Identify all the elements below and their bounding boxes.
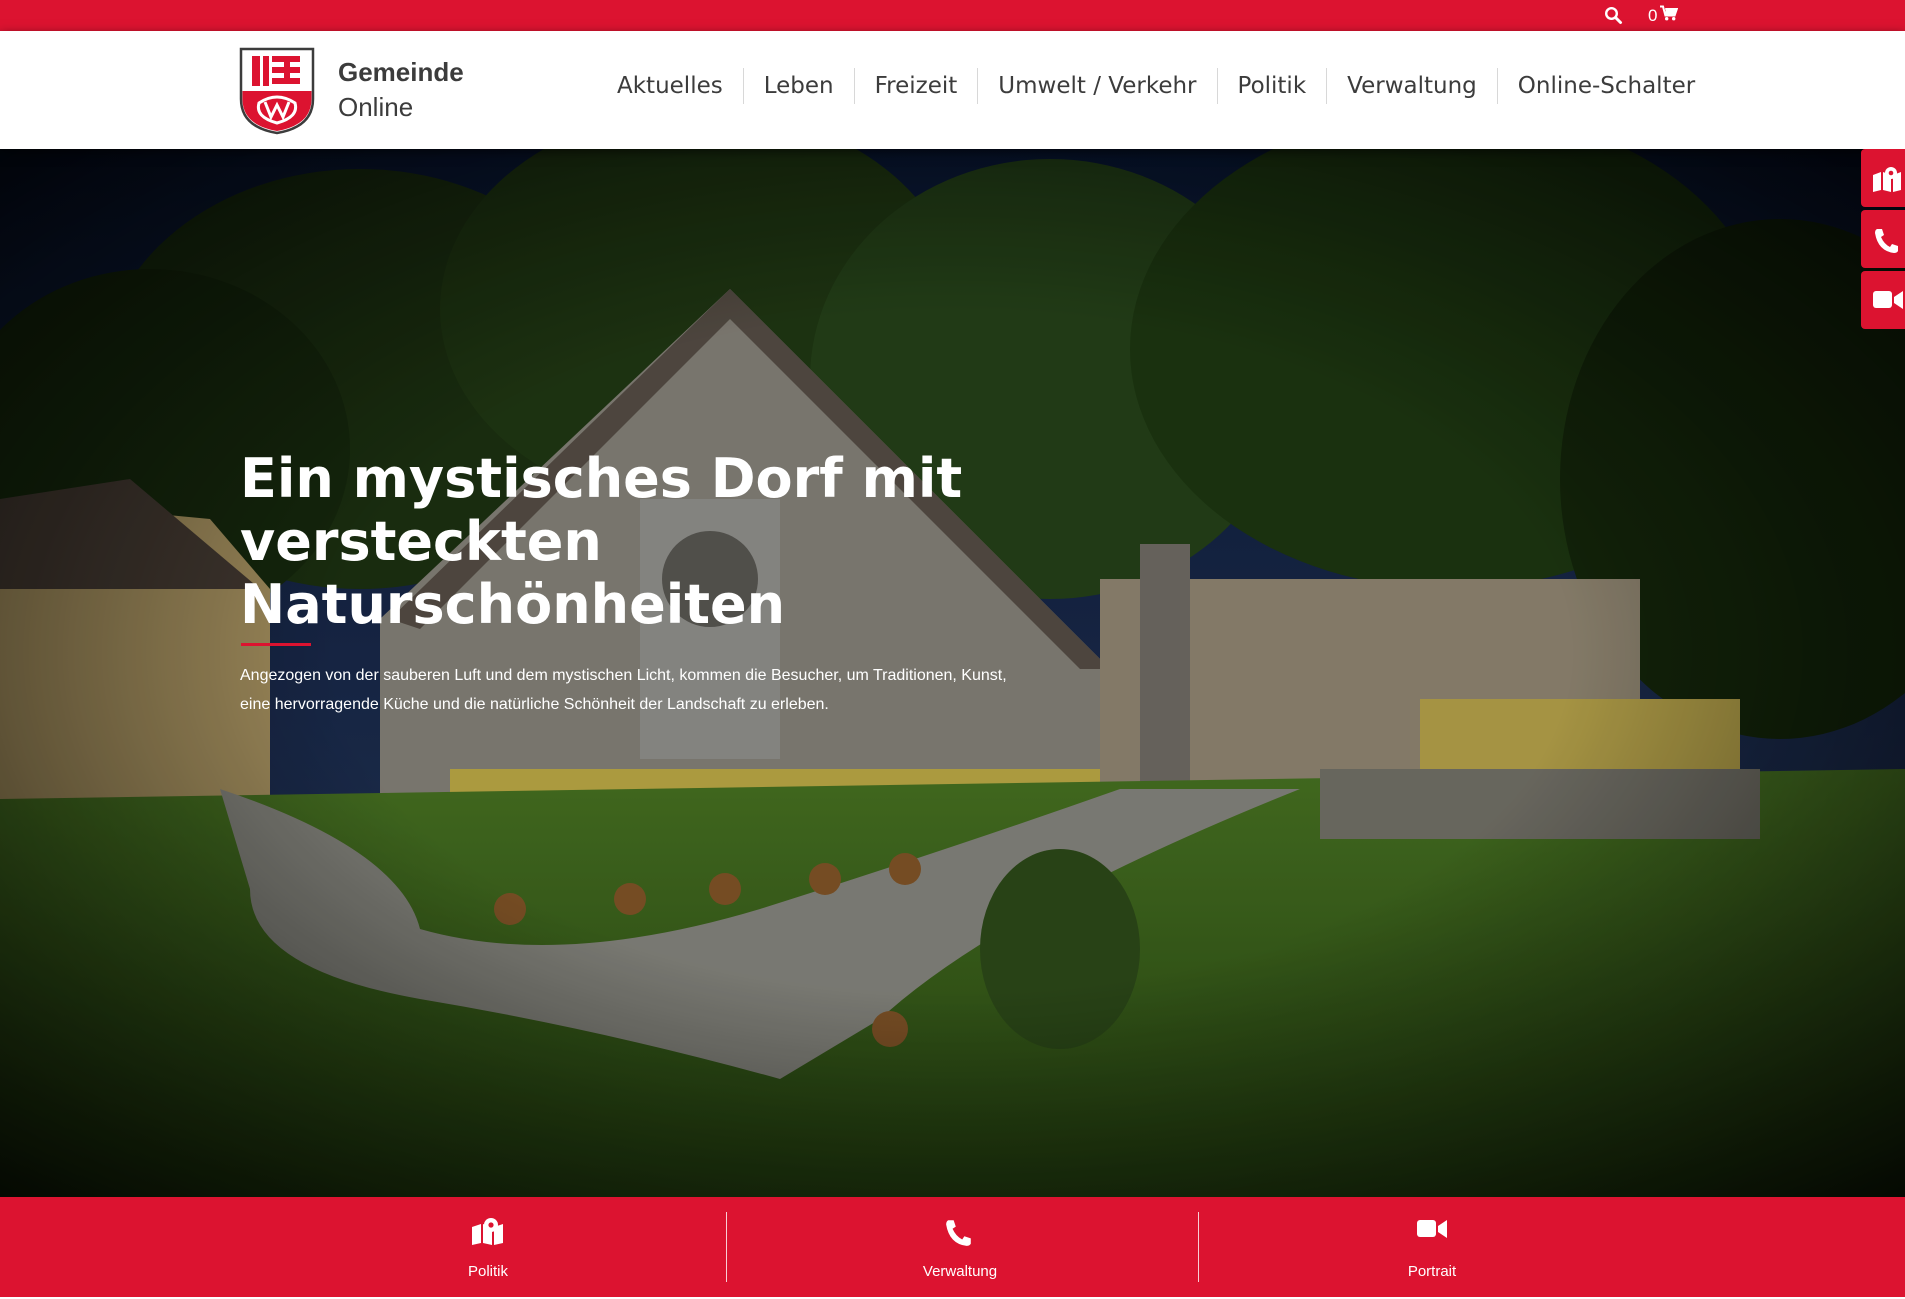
bottom-quick-links: Politik Verwaltung Portrait <box>0 1197 1905 1297</box>
search-icon[interactable] <box>1604 6 1623 25</box>
divider <box>726 1212 727 1282</box>
brand-name[interactable]: Gemeinde Online <box>338 55 464 125</box>
video-icon <box>1873 291 1903 309</box>
map-marker-icon <box>1873 167 1901 192</box>
nav-item-verwaltung[interactable]: Verwaltung <box>1326 68 1497 104</box>
coat-of-arms-icon[interactable] <box>239 47 315 135</box>
hero-text: Angezogen von der sauberen Luft und dem … <box>240 667 1007 713</box>
side-button-phone[interactable] <box>1861 210 1905 268</box>
quick-link-label: Portrait <box>1407 1263 1457 1280</box>
divider <box>1198 1212 1199 1282</box>
map-marker-icon <box>472 1218 503 1245</box>
nav-item-umwelt-verkehr[interactable]: Umwelt / Verkehr <box>977 68 1216 104</box>
phone-icon <box>946 1220 971 1246</box>
brand-name-line1: Gemeinde <box>338 57 464 87</box>
quick-link-portrait[interactable]: Portrait <box>1282 1197 1582 1297</box>
quick-link-politik[interactable]: Politik <box>338 1197 638 1297</box>
nav-item-politik[interactable]: Politik <box>1216 68 1327 104</box>
nav-item-leben[interactable]: Leben <box>742 68 854 104</box>
main-navigation: Aktuelles Leben Freizeit Umwelt / Verkeh… <box>597 68 1715 104</box>
side-button-video[interactable] <box>1861 271 1905 329</box>
hero-title: Ein mystisches Dorf mit versteckten Natu… <box>240 447 963 636</box>
nav-item-freizeit[interactable]: Freizeit <box>853 68 978 104</box>
quick-link-label: Politik <box>467 1263 508 1280</box>
top-utility-bar: 0 <box>0 0 1905 31</box>
side-button-map[interactable] <box>1861 149 1905 207</box>
cart-count: 0 <box>1648 5 1658 25</box>
quick-link-verwaltung[interactable]: Verwaltung <box>810 1197 1110 1297</box>
hero-slider: Ein mystisches Dorf mit versteckten Natu… <box>0 149 1905 1197</box>
quick-link-label: Verwaltung <box>922 1263 998 1280</box>
brand-name-line2: Online <box>338 92 414 122</box>
nav-item-online-schalter[interactable]: Online-Schalter <box>1496 68 1715 104</box>
nav-item-aktuelles[interactable]: Aktuelles <box>597 68 743 104</box>
cart-icon <box>1660 5 1679 26</box>
cart-button[interactable]: 0 <box>1648 5 1679 26</box>
site-header: Gemeinde Online Aktuelles Leben Freizeit… <box>0 31 1905 149</box>
phone-icon <box>1875 229 1898 253</box>
hero-title-underline <box>241 643 311 646</box>
video-icon <box>1417 1220 1447 1238</box>
